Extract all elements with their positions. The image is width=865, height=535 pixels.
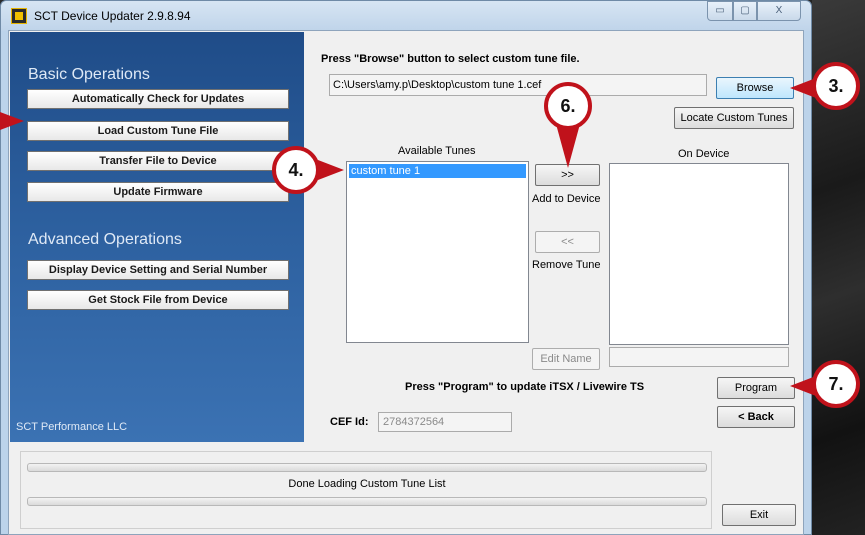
tune-name-field[interactable] (609, 347, 789, 367)
app-logo-icon (11, 8, 27, 24)
callout-pointer-load (0, 112, 24, 130)
exit-button[interactable]: Exit (722, 504, 796, 526)
status-message: Done Loading Custom Tune List (288, 478, 446, 490)
check-updates-button[interactable]: Automatically Check for Updates (27, 89, 289, 109)
callout-step-7: 7. (812, 360, 860, 408)
title-bar: SCT Device Updater 2.9.8.94 ▭ ▢ X (1, 1, 811, 31)
basic-operations-heading: Basic Operations (28, 66, 150, 83)
file-path-field[interactable]: C:\Users\amy.p\Desktop\custom tune 1.cef (329, 74, 707, 96)
callout-6-pointer (556, 124, 580, 168)
browse-instruction: Press "Browse" button to select custom t… (321, 53, 580, 65)
remove-tune-button[interactable]: << (535, 231, 600, 253)
cef-id-field: 2784372564 (378, 412, 512, 432)
back-button[interactable]: < Back (717, 406, 795, 428)
callout-step-6: 6. (544, 82, 592, 130)
callout-4-pointer (318, 160, 344, 180)
callout-step-4: 4. (272, 146, 320, 194)
callout-step-3: 3. (812, 62, 860, 110)
add-to-device-label: Add to Device (532, 193, 601, 205)
edit-name-button[interactable]: Edit Name (532, 348, 600, 370)
available-tunes-label: Available Tunes (398, 145, 476, 157)
advanced-operations-heading: Advanced Operations (28, 231, 182, 248)
maximize-button[interactable]: ▢ (733, 1, 757, 21)
remove-tune-label: Remove Tune (532, 259, 601, 271)
company-name: SCT Performance LLC (16, 421, 128, 433)
window-title: SCT Device Updater 2.9.8.94 (34, 9, 191, 23)
window-controls: ▭ ▢ X (707, 1, 801, 21)
load-custom-tune-button[interactable]: Load Custom Tune File (27, 121, 289, 141)
available-tunes-list[interactable]: custom tune 1 (346, 161, 529, 343)
program-button[interactable]: Program (717, 377, 795, 399)
on-device-label: On Device (678, 148, 730, 160)
get-stock-file-button[interactable]: Get Stock File from Device (27, 290, 289, 310)
browse-button[interactable]: Browse (716, 77, 794, 99)
close-button[interactable]: X (757, 1, 801, 21)
cef-id-label: CEF Id: (330, 416, 369, 428)
update-firmware-button[interactable]: Update Firmware (27, 182, 289, 202)
locate-custom-tunes-button[interactable]: Locate Custom Tunes (674, 107, 794, 129)
progress-bar-bottom (27, 497, 707, 506)
display-device-settings-button[interactable]: Display Device Setting and Serial Number (27, 260, 289, 280)
list-item[interactable]: custom tune 1 (349, 164, 526, 178)
on-device-list[interactable] (609, 163, 789, 345)
program-instruction: Press "Program" to update iTSX / Livewir… (405, 381, 645, 393)
progress-bar-top (27, 463, 707, 472)
sidebar: Basic Operations Automatically Check for… (10, 32, 304, 442)
transfer-file-button[interactable]: Transfer File to Device (27, 151, 289, 171)
minimize-button[interactable]: ▭ (707, 1, 733, 21)
